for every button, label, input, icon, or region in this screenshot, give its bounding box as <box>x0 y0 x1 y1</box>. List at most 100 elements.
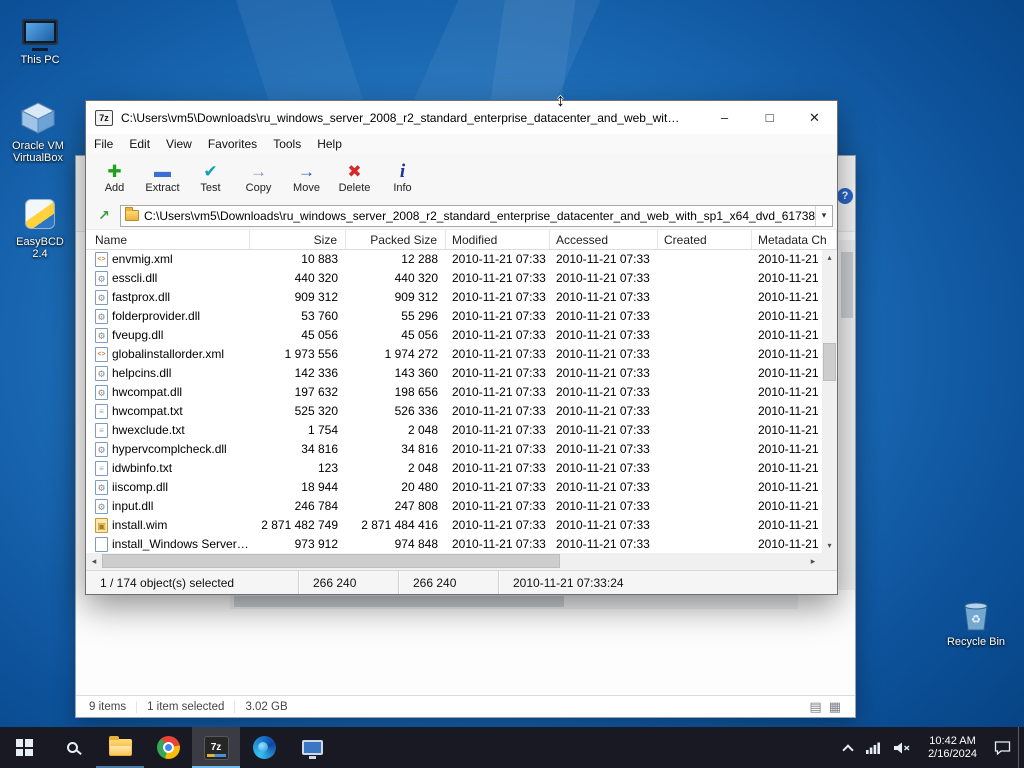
toolbar-icon <box>250 162 267 181</box>
column-header-row: Name Size Packed Size Modified Accessed … <box>86 230 837 250</box>
file-row[interactable]: idwbinfo.txt 123 2 048 2010-11-21 07:33 … <box>86 459 837 478</box>
file-size: 525 320 <box>294 404 338 418</box>
status-bar: 1 / 174 object(s) selected 266 240 266 2… <box>86 570 837 594</box>
scroll-right-icon[interactable] <box>805 556 821 567</box>
toolbar-button[interactable]: Delete <box>332 156 377 200</box>
file-packed-size: 247 808 <box>394 499 438 513</box>
desktop-icon-easybcd[interactable]: EasyBCD 2.4 <box>8 196 72 260</box>
vertical-scroll-thumb[interactable] <box>823 343 836 381</box>
file-row[interactable]: install_Windows Server ... 973 912 974 8… <box>86 535 837 553</box>
horizontal-scroll-thumb[interactable] <box>102 554 560 568</box>
file-created <box>658 402 752 421</box>
vertical-scroll-track[interactable] <box>822 265 837 538</box>
menu-item[interactable]: Favorites <box>200 137 265 151</box>
taskbar-edge[interactable] <box>240 727 288 768</box>
file-accessed: 2010-11-21 07:33 <box>556 404 650 418</box>
column-header-name[interactable]: Name <box>86 230 250 249</box>
column-header-size[interactable]: Size <box>250 230 346 249</box>
column-header-packed-size[interactable]: Packed Size <box>346 230 446 249</box>
horizontal-scrollbar[interactable] <box>86 553 837 570</box>
column-header-accessed[interactable]: Accessed <box>550 230 658 249</box>
file-accessed: 2010-11-21 07:33 <box>556 442 650 456</box>
navigate-icon[interactable] <box>94 206 114 226</box>
column-header-modified[interactable]: Modified <box>446 230 550 249</box>
file-accessed: 2010-11-21 07:33 <box>556 271 650 285</box>
file-size: 909 312 <box>294 290 338 304</box>
taskbar-file-explorer[interactable] <box>96 727 144 768</box>
toolbar-button[interactable]: Move <box>284 156 329 200</box>
taskbar-clock[interactable]: 10:42 AM 2/16/2024 <box>918 735 987 761</box>
titlebar[interactable]: 7z C:\Users\vm5\Downloads\ru_windows_ser… <box>86 101 837 134</box>
minimize-button[interactable]: – <box>702 101 747 134</box>
toolbar-button[interactable]: Info <box>380 156 425 200</box>
scroll-down-icon[interactable] <box>822 538 837 553</box>
details-view-icon[interactable] <box>809 699 821 714</box>
tray-volume[interactable] <box>887 727 918 768</box>
desktop-icon-recycle-bin[interactable]: ♻ Recycle Bin <box>944 596 1008 648</box>
menu-item[interactable]: Tools <box>265 137 309 151</box>
close-button[interactable]: ✕ <box>792 101 837 134</box>
file-row[interactable]: install.wim 2 871 482 749 2 871 484 416 … <box>86 516 837 535</box>
thumbnail-view-icon[interactable] <box>829 699 841 714</box>
scroll-left-icon[interactable] <box>86 556 102 567</box>
file-row[interactable]: input.dll 246 784 247 808 2010-11-21 07:… <box>86 497 837 516</box>
toolbar-button[interactable]: Copy <box>236 156 281 200</box>
chevron-up-icon <box>842 743 854 756</box>
file-size: 1 973 556 <box>284 347 338 361</box>
desktop-icon-this-pc[interactable]: This PC <box>8 14 72 66</box>
menu-item[interactable]: Help <box>309 137 350 151</box>
tray-expand-button[interactable] <box>837 727 859 768</box>
address-field[interactable]: C:\Users\vm5\Downloads\ru_windows_server… <box>120 204 833 227</box>
recycle-bin-icon: ♻ <box>961 596 991 632</box>
explorer-view-toggles <box>809 699 841 714</box>
file-row[interactable]: globalinstallorder.xml 1 973 556 1 974 2… <box>86 345 837 364</box>
menu-item[interactable]: Edit <box>121 137 158 151</box>
taskbar-7zip[interactable]: 7z <box>192 727 240 768</box>
explorer-vertical-scroll-thumb[interactable] <box>841 252 853 318</box>
taskbar-search-button[interactable] <box>48 727 96 768</box>
toolbar-button[interactable]: Test <box>188 156 233 200</box>
menu-item[interactable]: File <box>86 137 121 151</box>
start-button[interactable] <box>0 727 48 768</box>
file-icon <box>95 404 108 419</box>
toolbar-icon <box>203 162 217 181</box>
taskbar-chrome[interactable] <box>144 727 192 768</box>
file-name: input.dll <box>112 499 154 513</box>
file-row[interactable]: iiscomp.dll 18 944 20 480 2010-11-21 07:… <box>86 478 837 497</box>
file-created <box>658 288 752 307</box>
taskbar-virtual-machine[interactable] <box>288 727 336 768</box>
file-row[interactable]: hwexclude.txt 1 754 2 048 2010-11-21 07:… <box>86 421 837 440</box>
address-path: C:\Users\vm5\Downloads\ru_windows_server… <box>144 208 815 223</box>
toolbar-button[interactable]: Add <box>92 156 137 200</box>
column-header-metadata[interactable]: Metadata Ch <box>752 230 837 249</box>
toolbar-button[interactable]: Extract <box>140 156 185 200</box>
file-row[interactable]: folderprovider.dll 53 760 55 296 2010-11… <box>86 307 837 326</box>
show-desktop-button[interactable] <box>1018 727 1024 768</box>
file-accessed: 2010-11-21 07:33 <box>556 423 650 437</box>
file-row[interactable]: fastprox.dll 909 312 909 312 2010-11-21 … <box>86 288 837 307</box>
tray-network[interactable] <box>859 727 887 768</box>
file-row[interactable]: hypervcomplcheck.dll 34 816 34 816 2010-… <box>86 440 837 459</box>
help-icon[interactable]: ? <box>837 188 853 204</box>
explorer-horizontal-scroll-thumb[interactable] <box>234 596 564 607</box>
file-row[interactable]: helpcins.dll 142 336 143 360 2010-11-21 … <box>86 364 837 383</box>
file-row[interactable]: hwcompat.txt 525 320 526 336 2010-11-21 … <box>86 402 837 421</box>
desktop-icon-virtualbox[interactable]: Oracle VM VirtualBox <box>6 100 70 164</box>
file-row[interactable]: envmig.xml 10 883 12 288 2010-11-21 07:3… <box>86 250 837 269</box>
file-row[interactable]: esscli.dll 440 320 440 320 2010-11-21 07… <box>86 269 837 288</box>
easybcd-icon <box>25 196 55 232</box>
file-icon <box>95 271 108 286</box>
menu-item[interactable]: View <box>158 137 200 151</box>
file-row[interactable]: hwcompat.dll 197 632 198 656 2010-11-21 … <box>86 383 837 402</box>
file-packed-size: 20 480 <box>401 480 438 494</box>
action-center-button[interactable] <box>987 727 1018 768</box>
file-size: 53 760 <box>301 309 338 323</box>
file-size: 18 944 <box>301 480 338 494</box>
7zip-taskbar-icon: 7z <box>203 735 229 760</box>
maximize-button[interactable]: □ <box>747 101 792 134</box>
scroll-up-icon[interactable] <box>822 250 837 265</box>
address-dropdown-icon[interactable] <box>815 205 832 226</box>
file-row[interactable]: fveupg.dll 45 056 45 056 2010-11-21 07:3… <box>86 326 837 345</box>
vertical-scrollbar[interactable] <box>822 250 837 553</box>
column-header-created[interactable]: Created <box>658 230 752 249</box>
